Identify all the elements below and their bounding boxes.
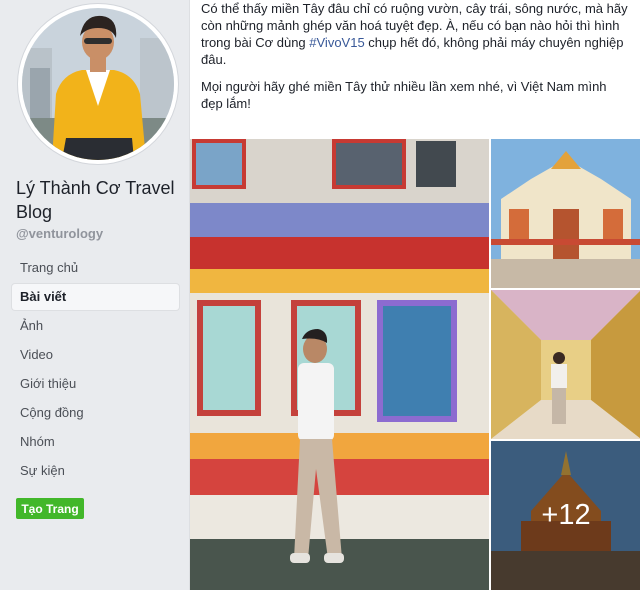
nav-item-home[interactable]: Trang chủ: [12, 255, 179, 281]
more-photos-count[interactable]: +12: [491, 441, 640, 590]
create-page-button[interactable]: Tạo Trang: [16, 498, 84, 519]
page-avatar[interactable]: [18, 4, 178, 164]
page-sidebar: Lý Thành Cơ Travel Blog @venturology Tra…: [0, 0, 189, 590]
nav-item-groups[interactable]: Nhóm: [12, 429, 179, 455]
nav-item-about[interactable]: Giới thiệu: [12, 371, 179, 397]
nav-item-community[interactable]: Cộng đồng: [12, 400, 179, 426]
post-paragraph-1: Có thể thấy miền Tây đâu chỉ có ruộng vư…: [201, 0, 631, 68]
nav-item-events[interactable]: Sự kiện: [12, 458, 179, 484]
page-name[interactable]: Lý Thành Cơ Travel Blog: [16, 176, 186, 224]
post-paragraph-2: Mọi người hãy ghé miền Tây thử nhiều lần…: [201, 79, 607, 111]
page-nav: Trang chủ Bài viết Ảnh Video Giới thiệu …: [12, 255, 179, 487]
page-handle: @venturology: [16, 226, 104, 241]
photo-pagoda[interactable]: +12: [491, 441, 640, 590]
nav-item-videos[interactable]: Video: [12, 342, 179, 368]
photo-temple-corridor[interactable]: [491, 290, 640, 439]
photo-grid: +12: [190, 139, 640, 590]
nav-item-photos[interactable]: Ảnh: [12, 313, 179, 339]
photo-main[interactable]: [190, 139, 489, 590]
post-card: Có thể thấy miền Tây đâu chỉ có ruộng vư…: [189, 0, 640, 590]
hashtag-link[interactable]: #VivoV15: [309, 35, 364, 50]
post-text: Có thể thấy miền Tây đâu chỉ có ruộng vư…: [201, 0, 631, 122]
photo-temple-facade[interactable]: [491, 139, 640, 288]
nav-item-posts[interactable]: Bài viết: [12, 284, 179, 310]
avatar-photo: [22, 8, 174, 160]
